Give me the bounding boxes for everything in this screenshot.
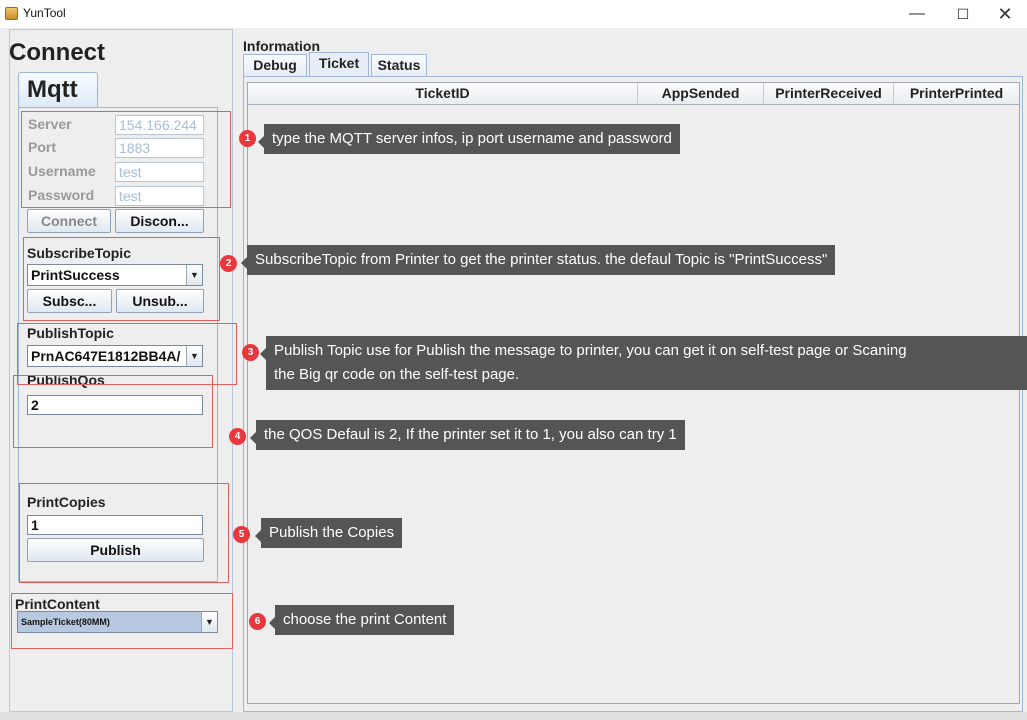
highlight-box-6 [11,593,233,649]
annotation-callout-3-line1: Publish Topic use for Publish the messag… [274,342,907,359]
window-bottom-edge [0,712,1027,720]
annotation-callout-3-line2: the Big qr code on the self-test page. [274,366,520,383]
highlight-box-4 [13,375,213,448]
minimize-button[interactable]: — [897,2,937,26]
annotation-callout-1: type the MQTT server infos, ip port user… [258,124,680,154]
highlight-box-5 [19,483,229,583]
disconnect-button[interactable]: Discon... [115,209,204,233]
annotation-badge-3: 3 [242,344,259,361]
annotation-badge-4: 4 [229,428,246,445]
title-bar: YunTool — ☐ ✕ [0,0,1027,28]
java-app-icon [5,7,18,20]
tab-status[interactable]: Status [371,54,427,76]
connect-button[interactable]: Connect [27,209,111,233]
column-header-ticketid[interactable]: TicketID [248,83,638,105]
annotation-badge-5: 5 [233,526,250,543]
annotation-callout-5: Publish the Copies [254,518,403,548]
column-header-printerreceived[interactable]: PrinterReceived [764,83,894,105]
window-title: YunTool [23,6,66,20]
annotation-callout-3: Publish Topic use for Publish the messag… [260,336,1027,390]
tab-ticket[interactable]: Ticket [309,52,369,76]
column-header-printerprinted[interactable]: PrinterPrinted [894,83,1019,105]
connect-title: Connect [9,39,105,66]
ticket-table-header: TicketID AppSended PrinterReceived Print… [248,83,1019,105]
annotation-badge-1: 1 [239,130,256,147]
highlight-box-2 [23,237,220,321]
highlight-box-1 [21,111,231,208]
annotation-callout-6: choose the print Content [268,605,455,635]
column-header-appsended[interactable]: AppSended [638,83,764,105]
close-button[interactable]: ✕ [985,2,1025,26]
annotation-badge-6: 6 [249,613,266,630]
annotation-callout-2: SubscribeTopic from Printer to get the p… [240,245,836,275]
tab-mqtt[interactable]: Mqtt [18,72,98,108]
maximize-button[interactable]: ☐ [943,2,983,26]
annotation-callout-4: the QOS Defaul is 2, If the printer set … [250,420,685,450]
tab-debug[interactable]: Debug [243,54,307,76]
annotation-badge-2: 2 [220,255,237,272]
